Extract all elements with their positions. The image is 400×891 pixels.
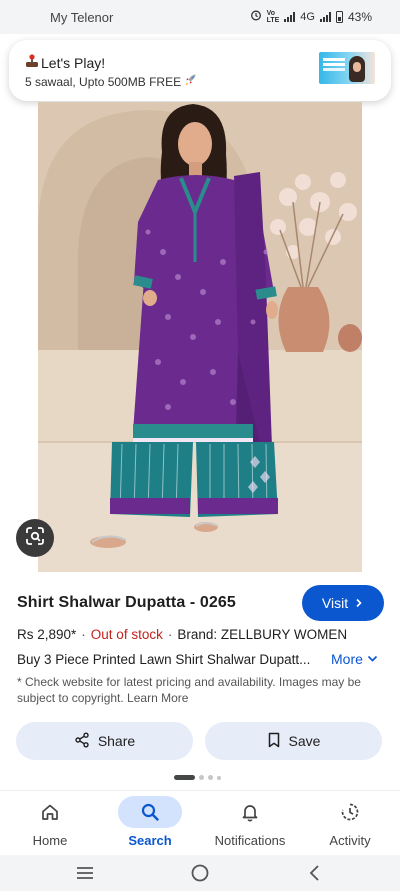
chevron-down-icon	[367, 651, 378, 667]
nav-search-label: Search	[128, 833, 172, 848]
pager-dot	[208, 775, 213, 780]
bell-icon	[218, 796, 282, 828]
nav-search[interactable]: Search	[100, 796, 200, 852]
signal-icon-2	[319, 11, 331, 22]
bookmark-icon	[267, 732, 281, 751]
chevron-right-icon	[354, 595, 364, 611]
nav-activity[interactable]: Activity	[300, 796, 400, 852]
system-navigation	[0, 855, 400, 891]
separator-dot: ·	[81, 627, 86, 642]
joystick-icon	[25, 54, 39, 71]
product-description: Buy 3 Piece Printed Lawn Shirt Shalwar D…	[17, 652, 311, 667]
home-circle-icon[interactable]	[185, 861, 215, 885]
stock-status: Out of stock	[90, 627, 163, 642]
pager-dot	[199, 775, 204, 780]
nav-notifications-label: Notifications	[214, 833, 286, 848]
share-button[interactable]: Share	[16, 722, 193, 760]
notification-title-row: Let's Play!	[25, 54, 105, 71]
nav-notifications[interactable]: Notifications	[200, 796, 300, 852]
pager-dot-active	[174, 775, 195, 780]
lens-button[interactable]	[16, 519, 54, 557]
search-icon	[118, 796, 182, 828]
status-bar: My Telenor Vo LTE 4G 43%	[0, 0, 400, 34]
disclaimer-text: * Check website for latest pricing and a…	[17, 675, 361, 705]
notification-subtitle-row: 5 sawaal, Upto 500MB FREE	[25, 73, 197, 89]
price-row: Rs 2,890* · Out of stock · Brand: ZELLBURY W…	[17, 627, 347, 642]
battery-level: 43%	[347, 9, 372, 24]
pager-dot	[217, 775, 221, 780]
separator-dot: ·	[167, 627, 173, 642]
alarm-icon	[250, 9, 262, 24]
product-title[interactable]: Shirt Shalwar Dupatta - 0265	[17, 594, 236, 612]
notification-title: Let's Play!	[41, 54, 106, 71]
activity-icon	[318, 796, 382, 828]
more-button[interactable]: More	[331, 651, 378, 667]
battery-icon	[335, 10, 343, 23]
visit-label: Visit	[321, 595, 349, 611]
rocket-icon	[184, 74, 197, 89]
product-photo	[38, 102, 362, 572]
carrier-name: My Telenor	[50, 10, 114, 25]
status-icons: Vo LTE 4G 43%	[250, 9, 372, 24]
share-icon	[74, 732, 90, 751]
price: Rs 2,890*	[17, 627, 77, 642]
lens-icon	[25, 526, 45, 551]
more-label: More	[331, 651, 363, 667]
visit-button[interactable]: Visit	[302, 585, 384, 621]
back-icon[interactable]	[300, 861, 330, 885]
recents-icon[interactable]	[70, 861, 100, 885]
signal-icon	[284, 11, 296, 22]
bottom-navigation: Home Search Notifications Activity	[0, 790, 400, 854]
image-pager	[174, 775, 221, 780]
nav-activity-label: Activity	[329, 833, 371, 848]
network-type: 4G	[300, 10, 315, 23]
share-label: Share	[97, 733, 136, 749]
nav-home-label: Home	[32, 833, 68, 848]
nav-home[interactable]: Home	[0, 796, 100, 852]
home-icon	[18, 796, 82, 828]
brand: Brand: ZELLBURY WOMEN	[177, 627, 348, 642]
save-button[interactable]: Save	[205, 722, 382, 760]
notification-subtitle: 5 sawaal, Upto 500MB FREE	[25, 75, 182, 89]
notification-banner[interactable]: Let's Play! 5 sawaal, Upto 500MB FREE	[9, 40, 391, 101]
notification-thumbnail	[319, 52, 375, 84]
product-image[interactable]	[38, 102, 362, 572]
save-label: Save	[288, 733, 321, 749]
volte-icon: Vo LTE	[266, 9, 280, 24]
